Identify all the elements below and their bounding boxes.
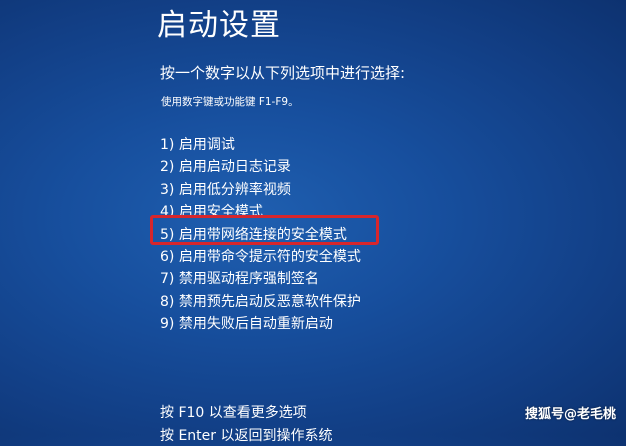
option-enable-safe-mode-command-prompt[interactable]: 6) 启用带命令提示符的安全模式	[160, 246, 361, 268]
key-hint-text: 使用数字键或功能键 F1-F9。	[161, 96, 299, 108]
option-enable-boot-logging[interactable]: 2) 启用启动日志记录	[160, 156, 361, 178]
option-disable-early-antimalware[interactable]: 8) 禁用预先启动反恶意软件保护	[160, 291, 361, 313]
option-enable-safe-mode-networking[interactable]: 5) 启用带网络连接的安全模式	[160, 224, 361, 246]
more-options-hint: 按 F10 以查看更多选项	[160, 405, 307, 421]
startup-options-list: 1) 启用调试 2) 启用启动日志记录 3) 启用低分辨率视频 4) 启用安全模…	[160, 134, 361, 336]
option-disable-auto-restart[interactable]: 9) 禁用失败后自动重新启动	[160, 313, 361, 335]
option-enable-safe-mode[interactable]: 4) 启用安全模式	[160, 201, 361, 223]
instruction-text: 按一个数字以从下列选项中进行选择:	[160, 64, 406, 82]
return-os-hint: 按 Enter 以返回到操作系统	[160, 428, 333, 444]
option-disable-driver-signature[interactable]: 7) 禁用驱动程序强制签名	[160, 268, 361, 290]
option-enable-debugging[interactable]: 1) 启用调试	[160, 134, 361, 156]
page-title: 启动设置	[157, 8, 281, 43]
option-enable-low-resolution-video[interactable]: 3) 启用低分辨率视频	[160, 179, 361, 201]
startup-settings-screen: 启动设置 按一个数字以从下列选项中进行选择: 使用数字键或功能键 F1-F9。 …	[0, 0, 626, 444]
watermark-text: 搜狐号@老毛桃	[524, 407, 616, 422]
